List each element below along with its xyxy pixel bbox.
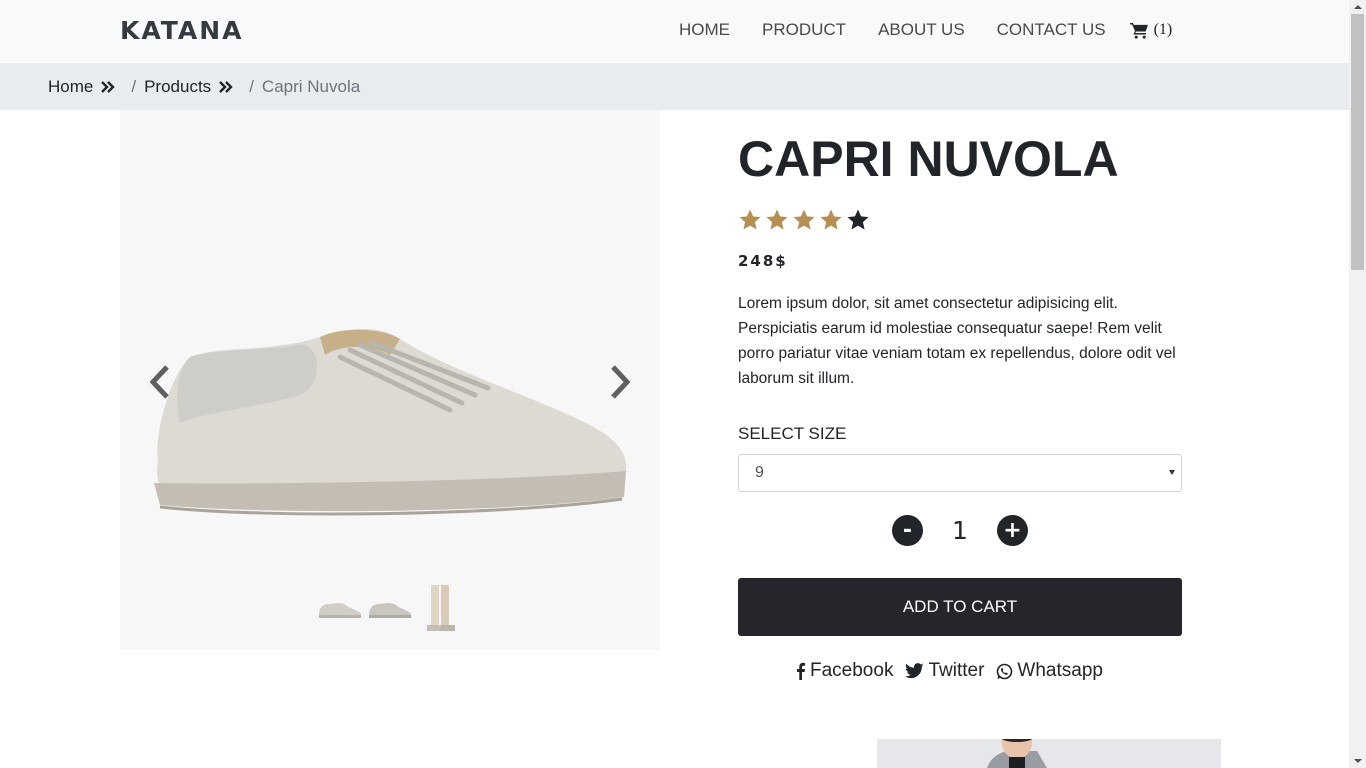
page-scrollbar[interactable] [1349, 0, 1366, 768]
decrease-quantity-button[interactable]: - [892, 515, 923, 546]
scrollbar-thumb[interactable] [1351, 14, 1364, 270]
nav-about-us[interactable]: ABOUT US [878, 20, 965, 40]
scroll-down-arrow-icon[interactable] [1349, 754, 1366, 768]
breadcrumb-home-label: Home [48, 76, 94, 96]
related-product-image[interactable] [877, 739, 1221, 768]
size-select-value: 9 [755, 464, 764, 481]
facebook-icon [797, 662, 805, 680]
share-links: Facebook Twitter Whatsapp [795, 660, 1115, 682]
caret-down-icon [1169, 470, 1175, 475]
size-select[interactable]: 9 [738, 454, 1182, 492]
cart-count: (1) [1153, 21, 1173, 38]
shopping-cart-icon [1129, 22, 1148, 39]
double-chevron-right-icon [101, 80, 116, 93]
breadcrumb-products-label: Products [144, 76, 212, 96]
breadcrumb-products[interactable]: Products [144, 77, 233, 97]
thumbnail-strip [316, 585, 466, 635]
share-twitter[interactable]: Twitter [905, 660, 984, 682]
breadcrumb-separator: / [131, 76, 137, 96]
add-to-cart-button[interactable]: ADD TO CART [738, 578, 1182, 636]
share-whatsapp[interactable]: Whatsapp [996, 660, 1103, 682]
product-description: Lorem ipsum dolor, sit amet consectetur … [738, 295, 1176, 387]
share-facebook[interactable]: Facebook [795, 660, 893, 682]
brand-logo[interactable]: KATANA [120, 16, 244, 45]
size-label: SELECT SIZE [738, 424, 847, 443]
share-twitter-label: Twitter [928, 660, 985, 681]
star-empty-icon [847, 209, 869, 230]
breadcrumb: Home / Products / Capri Nuvola [0, 63, 1349, 110]
quantity-value: 1 [952, 516, 968, 545]
star-filled-icon [766, 209, 788, 230]
thumbnail-image[interactable] [416, 585, 464, 635]
product-title: CAPRI NUVOLA [738, 131, 1119, 187]
breadcrumb-current: Capri Nuvola [261, 76, 361, 96]
chevron-right-icon[interactable] [610, 365, 630, 399]
quantity-stepper: - 1 + [892, 515, 1028, 546]
navbar: KATANA HOME PRODUCT ABOUT US CONTACT US … [0, 0, 1349, 62]
nav-product[interactable]: PRODUCT [762, 20, 846, 40]
star-filled-icon [739, 209, 761, 230]
product-image [154, 329, 627, 516]
twitter-icon [905, 663, 924, 679]
cart-button[interactable]: (1) [1129, 21, 1173, 39]
double-chevron-right-icon [219, 80, 233, 93]
thumbnail-image[interactable] [316, 585, 364, 635]
rating-stars [738, 208, 873, 232]
increase-quantity-button[interactable]: + [997, 515, 1028, 546]
product-price: 248$ [738, 252, 788, 270]
star-filled-icon [820, 209, 842, 230]
breadcrumb-home[interactable]: Home [48, 76, 116, 97]
thumbnail-image[interactable] [366, 585, 414, 635]
whatsapp-icon [997, 663, 1013, 679]
share-whatsapp-label: Whatsapp [1017, 660, 1103, 681]
star-filled-icon [793, 209, 815, 230]
chevron-left-icon[interactable] [150, 365, 170, 399]
breadcrumb-separator: / [249, 76, 254, 96]
nav-contact-us[interactable]: CONTACT US [997, 20, 1106, 40]
scroll-up-arrow-icon[interactable] [1349, 0, 1366, 14]
share-facebook-label: Facebook [810, 660, 894, 681]
nav-links: HOME PRODUCT ABOUT US CONTACT US (1) [679, 20, 1172, 40]
product-gallery [120, 110, 660, 650]
nav-home[interactable]: HOME [679, 20, 730, 40]
